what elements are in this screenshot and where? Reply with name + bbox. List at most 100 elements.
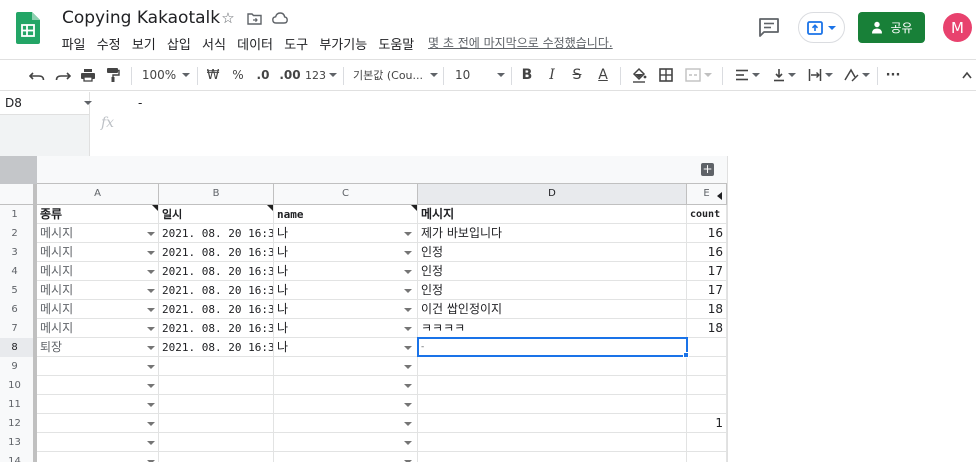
- cell-d10[interactable]: [418, 376, 687, 395]
- cell-b12[interactable]: [159, 414, 274, 433]
- column-header-b[interactable]: B: [159, 184, 274, 204]
- row-header[interactable]: 10: [0, 376, 37, 395]
- dropdown-arrow-icon[interactable]: [404, 232, 412, 236]
- row-header[interactable]: 4: [0, 262, 37, 281]
- row-header[interactable]: 7: [0, 319, 37, 338]
- cell-a13[interactable]: [37, 433, 159, 452]
- cloud-status-icon[interactable]: [271, 9, 289, 27]
- menu-edit[interactable]: 수정: [91, 34, 126, 53]
- dropdown-arrow-icon[interactable]: [147, 384, 155, 388]
- dropdown-arrow-icon[interactable]: [147, 251, 155, 255]
- dropdown-arrow-icon[interactable]: [404, 403, 412, 407]
- cell-e9[interactable]: [687, 357, 727, 376]
- cell-e5[interactable]: 17: [687, 281, 727, 300]
- text-rotation-icon[interactable]: [840, 60, 872, 90]
- dropdown-arrow-icon[interactable]: [404, 251, 412, 255]
- share-button[interactable]: 공유: [858, 12, 925, 43]
- cell-a5[interactable]: 메시지: [37, 281, 159, 300]
- cell-c5[interactable]: 나: [274, 281, 418, 300]
- font-family-select[interactable]: 기본값 (Cou...: [353, 60, 438, 90]
- cell-c11[interactable]: [274, 395, 418, 414]
- cell-e13[interactable]: [687, 433, 727, 452]
- dropdown-arrow-icon[interactable]: [404, 384, 412, 388]
- cell-a8[interactable]: 퇴장: [37, 338, 159, 357]
- cell-e7[interactable]: 18: [687, 319, 727, 338]
- cell-a7[interactable]: 메시지: [37, 319, 159, 338]
- cell-a2[interactable]: 메시지: [37, 224, 159, 243]
- cell-c2[interactable]: 나: [274, 224, 418, 243]
- column-header-d[interactable]: D: [418, 184, 687, 204]
- italic-button[interactable]: I: [542, 60, 562, 90]
- strikethrough-button[interactable]: S: [567, 60, 587, 90]
- menu-file[interactable]: 파일: [56, 34, 91, 53]
- print-icon[interactable]: [76, 60, 100, 90]
- cell-a10[interactable]: [37, 376, 159, 395]
- select-all-strip[interactable]: [0, 156, 37, 184]
- fill-color-icon[interactable]: [628, 60, 650, 90]
- dropdown-arrow-icon[interactable]: [404, 308, 412, 312]
- collapse-menus-icon[interactable]: [958, 60, 976, 90]
- menu-addons[interactable]: 부가기능: [314, 34, 373, 53]
- cell-c1[interactable]: name: [274, 205, 418, 224]
- dropdown-arrow-icon[interactable]: [404, 365, 412, 369]
- row-header[interactable]: 12: [0, 414, 37, 433]
- row-header[interactable]: 1: [0, 205, 37, 224]
- cell-b6[interactable]: 2021. 08. 20 16:38: [159, 300, 274, 319]
- cell-b10[interactable]: [159, 376, 274, 395]
- row-header[interactable]: 2: [0, 224, 37, 243]
- cell-b2[interactable]: 2021. 08. 20 16:35: [159, 224, 274, 243]
- cell-e8[interactable]: [687, 338, 727, 357]
- decrease-decimal-button[interactable]: .0: [252, 60, 274, 90]
- cell-d7[interactable]: ㅋㅋㅋㅋ: [418, 319, 687, 338]
- dropdown-arrow-icon[interactable]: [404, 270, 412, 274]
- cell-c12[interactable]: [274, 414, 418, 433]
- cell-b3[interactable]: 2021. 08. 20 16:36: [159, 243, 274, 262]
- present-button[interactable]: [798, 12, 845, 43]
- cell-d6[interactable]: 이건 쌉인정이지: [418, 300, 687, 319]
- cell-c6[interactable]: 나: [274, 300, 418, 319]
- undo-icon[interactable]: [24, 60, 50, 90]
- text-color-button[interactable]: A: [592, 60, 614, 90]
- row-header[interactable]: 6: [0, 300, 37, 319]
- cell-e14[interactable]: [687, 452, 727, 462]
- column-header-a[interactable]: A: [37, 184, 159, 204]
- horizontal-align-icon[interactable]: [730, 60, 764, 90]
- cell-a11[interactable]: [37, 395, 159, 414]
- cell-d14[interactable]: [418, 452, 687, 462]
- cell-b1[interactable]: 일시: [159, 205, 274, 224]
- row-header[interactable]: 11: [0, 395, 37, 414]
- dropdown-arrow-icon[interactable]: [147, 327, 155, 331]
- dropdown-arrow-icon[interactable]: [147, 289, 155, 293]
- cell-b5[interactable]: 2021. 08. 20 16:37: [159, 281, 274, 300]
- row-header[interactable]: 8: [0, 338, 37, 357]
- dropdown-arrow-icon[interactable]: [147, 365, 155, 369]
- cell-a6[interactable]: 메시지: [37, 300, 159, 319]
- cell-c13[interactable]: [274, 433, 418, 452]
- cell-d13[interactable]: [418, 433, 687, 452]
- row-header[interactable]: 14: [0, 452, 37, 462]
- cell-d2[interactable]: 제가 바보입니다: [418, 224, 687, 243]
- cell-b14[interactable]: [159, 452, 274, 462]
- dropdown-arrow-icon[interactable]: [147, 346, 155, 350]
- text-wrap-icon[interactable]: [804, 60, 836, 90]
- cell-b7[interactable]: 2021. 08. 20 16:38: [159, 319, 274, 338]
- menu-format[interactable]: 서식: [196, 34, 231, 53]
- zoom-select[interactable]: 100%: [140, 60, 192, 90]
- cell-a14[interactable]: [37, 452, 159, 462]
- fill-handle[interactable]: [683, 352, 689, 358]
- dropdown-arrow-icon[interactable]: [147, 308, 155, 312]
- row-header[interactable]: 13: [0, 433, 37, 452]
- scroll-left-icon[interactable]: [717, 192, 722, 200]
- menu-help[interactable]: 도움말: [373, 34, 420, 53]
- document-title[interactable]: Copying Kakaotalk: [62, 8, 220, 28]
- cell-c9[interactable]: [274, 357, 418, 376]
- cell-b4[interactable]: 2021. 08. 20 16:37: [159, 262, 274, 281]
- cell-a9[interactable]: [37, 357, 159, 376]
- cell-a12[interactable]: [37, 414, 159, 433]
- menu-data[interactable]: 데이터: [232, 34, 279, 53]
- cell-d9[interactable]: [418, 357, 687, 376]
- cell-c14[interactable]: [274, 452, 418, 462]
- vertical-align-icon[interactable]: [768, 60, 800, 90]
- redo-icon[interactable]: [50, 60, 76, 90]
- paint-format-icon[interactable]: [101, 60, 125, 90]
